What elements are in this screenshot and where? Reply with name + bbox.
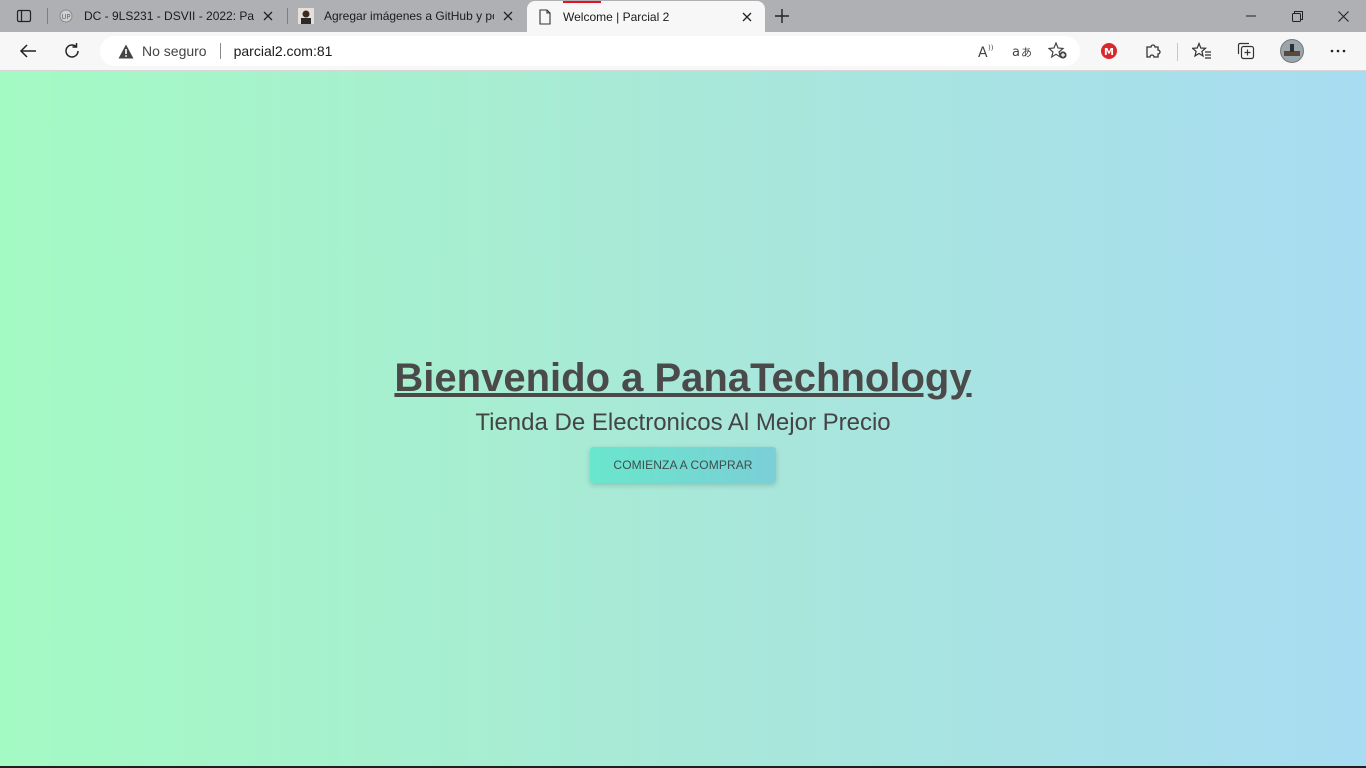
settings-more-button[interactable] bbox=[1322, 36, 1354, 66]
favorites-icon bbox=[1192, 42, 1211, 59]
restore-icon bbox=[1291, 10, 1303, 22]
restore-button[interactable] bbox=[1274, 0, 1320, 32]
close-window-button[interactable] bbox=[1320, 0, 1366, 32]
page-content: Bienvenido a PanaTechnology Tienda De El… bbox=[0, 71, 1366, 766]
security-label[interactable]: No seguro bbox=[142, 43, 207, 59]
extension-mega-button[interactable]: M bbox=[1093, 36, 1125, 66]
collections-button[interactable] bbox=[1230, 36, 1262, 66]
minimize-icon bbox=[1246, 15, 1256, 17]
minimize-button[interactable] bbox=[1228, 0, 1274, 32]
close-tab-icon[interactable] bbox=[739, 9, 755, 25]
avatar bbox=[1280, 39, 1304, 63]
refresh-button[interactable] bbox=[56, 36, 88, 66]
page-title[interactable]: Bienvenido a PanaTechnology bbox=[0, 354, 1366, 402]
moodle-icon: UP bbox=[58, 8, 74, 24]
collections-icon bbox=[1237, 42, 1255, 60]
tab-title: Agregar imágenes a GitHub y poder usarla… bbox=[324, 9, 494, 23]
address-bar[interactable]: No seguro parcial2.com:81 A)) aあ bbox=[100, 36, 1080, 66]
tab-actions-button[interactable] bbox=[12, 6, 36, 26]
profile-button[interactable] bbox=[1276, 36, 1308, 66]
svg-text:a: a bbox=[1012, 45, 1020, 59]
close-tab-icon[interactable] bbox=[260, 8, 276, 24]
close-icon bbox=[1337, 10, 1349, 22]
url-text[interactable]: parcial2.com:81 bbox=[234, 43, 333, 59]
plus-icon bbox=[775, 9, 789, 23]
toolbar-separator bbox=[1177, 43, 1178, 61]
back-button[interactable] bbox=[12, 36, 44, 66]
back-arrow-icon bbox=[19, 44, 36, 58]
tab-welcome-active[interactable]: Welcome | Parcial 2 bbox=[527, 1, 765, 32]
tab-github-images[interactable]: Agregar imágenes a GitHub y poder usarla… bbox=[288, 0, 526, 32]
more-icon bbox=[1330, 49, 1346, 53]
tab-strip: UP DC - 9LS231 - DSVII - 2022: Parcial A… bbox=[0, 0, 1366, 32]
translate-icon[interactable]: aあ bbox=[1011, 41, 1033, 61]
browser-toolbar: No seguro parcial2.com:81 A)) aあ M bbox=[0, 32, 1366, 71]
svg-text:A: A bbox=[978, 45, 988, 59]
warning-icon[interactable] bbox=[117, 42, 135, 60]
svg-text:M: M bbox=[1104, 47, 1114, 58]
tab-title: DC - 9LS231 - DSVII - 2022: Parcial bbox=[84, 9, 254, 23]
refresh-icon bbox=[65, 43, 79, 58]
page-icon bbox=[537, 8, 553, 25]
close-tab-icon[interactable] bbox=[500, 8, 516, 24]
extensions-button[interactable] bbox=[1137, 36, 1169, 66]
mega-extension-icon: M bbox=[1101, 43, 1117, 59]
tab-moodle[interactable]: UP DC - 9LS231 - DSVII - 2022: Parcial bbox=[48, 0, 286, 32]
avatar-icon bbox=[298, 8, 314, 24]
new-tab-button[interactable] bbox=[770, 6, 794, 26]
svg-text:)): )) bbox=[988, 44, 994, 52]
tab-title: Welcome | Parcial 2 bbox=[563, 9, 670, 24]
hero-section: Bienvenido a PanaTechnology Tienda De El… bbox=[0, 71, 1366, 766]
favorites-button[interactable] bbox=[1186, 36, 1218, 66]
puzzle-icon bbox=[1146, 44, 1161, 58]
svg-text:UP: UP bbox=[61, 13, 70, 21]
start-shopping-button[interactable]: COMIENZA A COMPRAR bbox=[590, 447, 776, 483]
address-divider bbox=[219, 43, 221, 59]
read-aloud-icon[interactable]: A)) bbox=[975, 41, 997, 61]
tab-actions-icon bbox=[16, 9, 32, 23]
add-favorite-icon[interactable] bbox=[1047, 41, 1069, 61]
svg-text:あ: あ bbox=[1021, 46, 1032, 59]
page-subtitle: Tienda De Electronicos Al Mejor Precio bbox=[475, 409, 891, 436]
